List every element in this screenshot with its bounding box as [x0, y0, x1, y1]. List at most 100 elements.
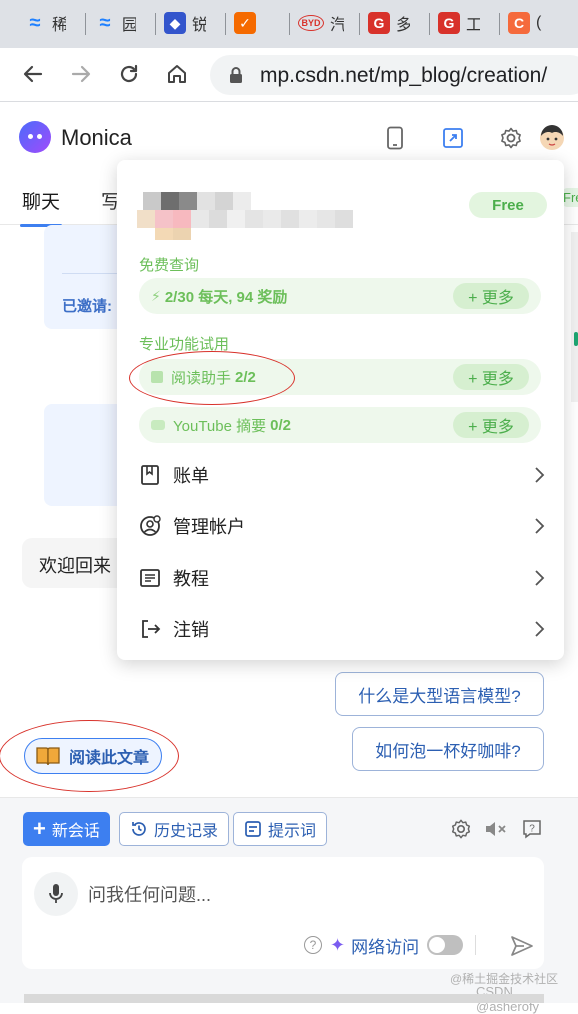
lock-icon[interactable]: [228, 66, 244, 84]
chevron-right-icon: [535, 570, 545, 586]
microphone-icon: [49, 884, 63, 903]
chat-input-area: 问我任何问题... ? ✦ 网络访问 @稀土掘金技术社区 CSDN @asher…: [0, 857, 578, 1014]
menu-label: 账单: [173, 466, 209, 486]
side-panel-marker: [574, 332, 578, 346]
c-favicon-icon: C: [508, 12, 530, 34]
home-button[interactable]: [163, 60, 191, 88]
plan-badge: Free: [469, 192, 547, 218]
address-bar: mp.csdn.net/mp_blog/creation/: [0, 48, 578, 102]
bookmark-book-icon: [141, 465, 159, 485]
expand-icon: [443, 128, 463, 148]
app-title: Monica: [61, 125, 132, 150]
new-chat-button[interactable]: + 新会话: [23, 812, 110, 846]
question-icon: ?: [523, 820, 541, 839]
gear-icon: [451, 819, 471, 839]
mute-button[interactable]: [483, 816, 509, 842]
book-icon: [36, 747, 60, 766]
suggestion-button[interactable]: 什么是大型语言模型?: [335, 672, 544, 716]
browser-tab[interactable]: C (: [500, 0, 578, 46]
back-button[interactable]: [19, 60, 47, 88]
settings-button[interactable]: [496, 123, 526, 153]
url-field[interactable]: mp.csdn.net/mp_blog/creation/: [210, 55, 578, 95]
gear-icon: [501, 127, 521, 149]
chat-toolbar: + 新会话 历史记录 提示词 ?: [0, 797, 578, 857]
juejin-favicon-icon: ≈: [29, 11, 41, 34]
help-circle-icon[interactable]: ?: [304, 936, 322, 954]
expand-button[interactable]: [438, 123, 468, 153]
welcome-message: 欢迎回来: [22, 538, 132, 588]
app-favicon-icon: ◆: [164, 12, 186, 34]
forward-button[interactable]: [67, 60, 95, 88]
chevron-right-icon: [535, 621, 545, 637]
web-access-toggle[interactable]: [427, 935, 464, 955]
web-access-row: ? ✦ 网络访问: [304, 932, 477, 958]
url-text: mp.csdn.net/mp_blog/creation/: [260, 64, 548, 87]
youtube-trial-row: YouTube 摘要 0/2 + 更多: [139, 407, 541, 443]
browser-tab[interactable]: ◆ 锐: [156, 0, 226, 46]
web-access-label: 网络访问: [351, 937, 420, 957]
menu-item-tutorial[interactable]: 教程: [139, 558, 545, 598]
logout-icon: [142, 620, 161, 638]
reload-icon: [120, 64, 138, 83]
menu-item-billing[interactable]: 账单: [139, 455, 545, 495]
more-button[interactable]: + 更多: [453, 412, 529, 438]
input-placeholder: 问我任何问题...: [88, 885, 212, 905]
history-icon: [132, 822, 146, 836]
monica-logo-icon: [19, 121, 51, 153]
browser-tab[interactable]: ≈ 稀: [16, 0, 86, 46]
arrow-left-icon: [23, 65, 43, 83]
chat-input[interactable]: 问我任何问题... ? ✦ 网络访问: [22, 857, 544, 969]
browser-tab[interactable]: G 多: [360, 0, 430, 46]
youtube-icon: [151, 420, 165, 430]
tab-title: 园: [122, 17, 136, 34]
browser-tab[interactable]: ≈ 园: [86, 0, 156, 46]
svg-text:?: ?: [529, 824, 535, 835]
free-queries-value: 2/30 每天, 94 奖励: [164, 288, 288, 306]
menu-label: 教程: [173, 569, 209, 589]
speaker-mute-icon: [486, 822, 506, 836]
browser-tab[interactable]: G 工: [430, 0, 500, 46]
browser-tab[interactable]: BYD 汽: [290, 0, 360, 46]
blurred-user-info: [127, 176, 353, 240]
reload-button[interactable]: [115, 60, 143, 88]
menu-item-manage-account[interactable]: 管理帐户: [139, 506, 545, 546]
byd-favicon-icon: BYD: [298, 15, 324, 31]
suggestion-button[interactable]: 如何泡一杯好咖啡?: [352, 727, 544, 771]
browser-tab-strip: ≈ 稀 ≈ 园 ◆ 锐 ✓ BYD 汽 G 多 G 工 C (: [0, 0, 578, 48]
account-gear-icon: [140, 515, 161, 536]
history-button[interactable]: 历史记录: [119, 812, 230, 846]
menu-label: 注销: [173, 620, 209, 640]
pro-trial-title: 专业功能试用: [139, 336, 230, 353]
chevron-right-icon: [535, 467, 545, 483]
prompt-icon: [245, 821, 261, 837]
browser-tab[interactable]: ✓: [226, 0, 290, 46]
tab-title: 多: [396, 17, 410, 34]
reader-trial-row: 阅读助手 2/2 + 更多: [139, 359, 541, 395]
read-article-button[interactable]: 阅读此文章: [24, 738, 162, 774]
invited-label: 已邀请:: [62, 298, 112, 315]
avatar-icon: [540, 125, 564, 150]
youtube-label: YouTube 摘要: [173, 417, 267, 435]
chat-settings-button[interactable]: [448, 816, 474, 842]
scrollbar[interactable]: [24, 994, 544, 1003]
reader-label: 阅读助手: [171, 369, 232, 387]
divider: [475, 935, 477, 955]
free-queries-row: ⚡ 2/30 每天, 94 奖励 + 更多: [139, 278, 541, 314]
user-avatar-button[interactable]: [537, 123, 567, 153]
more-button[interactable]: + 更多: [453, 364, 529, 390]
mobile-button[interactable]: [380, 123, 410, 153]
tab-title: 工: [466, 17, 480, 34]
account-dropdown: Free 免费查询 ⚡ 2/30 每天, 94 奖励 + 更多 专业功能试用 阅…: [117, 160, 564, 660]
tab-title: 稀: [52, 17, 66, 34]
arrow-right-icon: [71, 65, 91, 83]
youtube-value: 0/2: [270, 416, 291, 434]
help-button[interactable]: ?: [519, 816, 545, 842]
tab-chat[interactable]: 聊天: [19, 187, 63, 227]
voice-input-button[interactable]: [34, 872, 78, 916]
lightning-icon: ⚡: [151, 287, 161, 304]
send-icon[interactable]: [510, 935, 534, 957]
read-article-label: 阅读此文章: [69, 750, 150, 767]
prompts-button[interactable]: 提示词: [233, 812, 328, 846]
more-button[interactable]: + 更多: [453, 283, 529, 309]
menu-item-logout[interactable]: 注销: [139, 609, 545, 649]
